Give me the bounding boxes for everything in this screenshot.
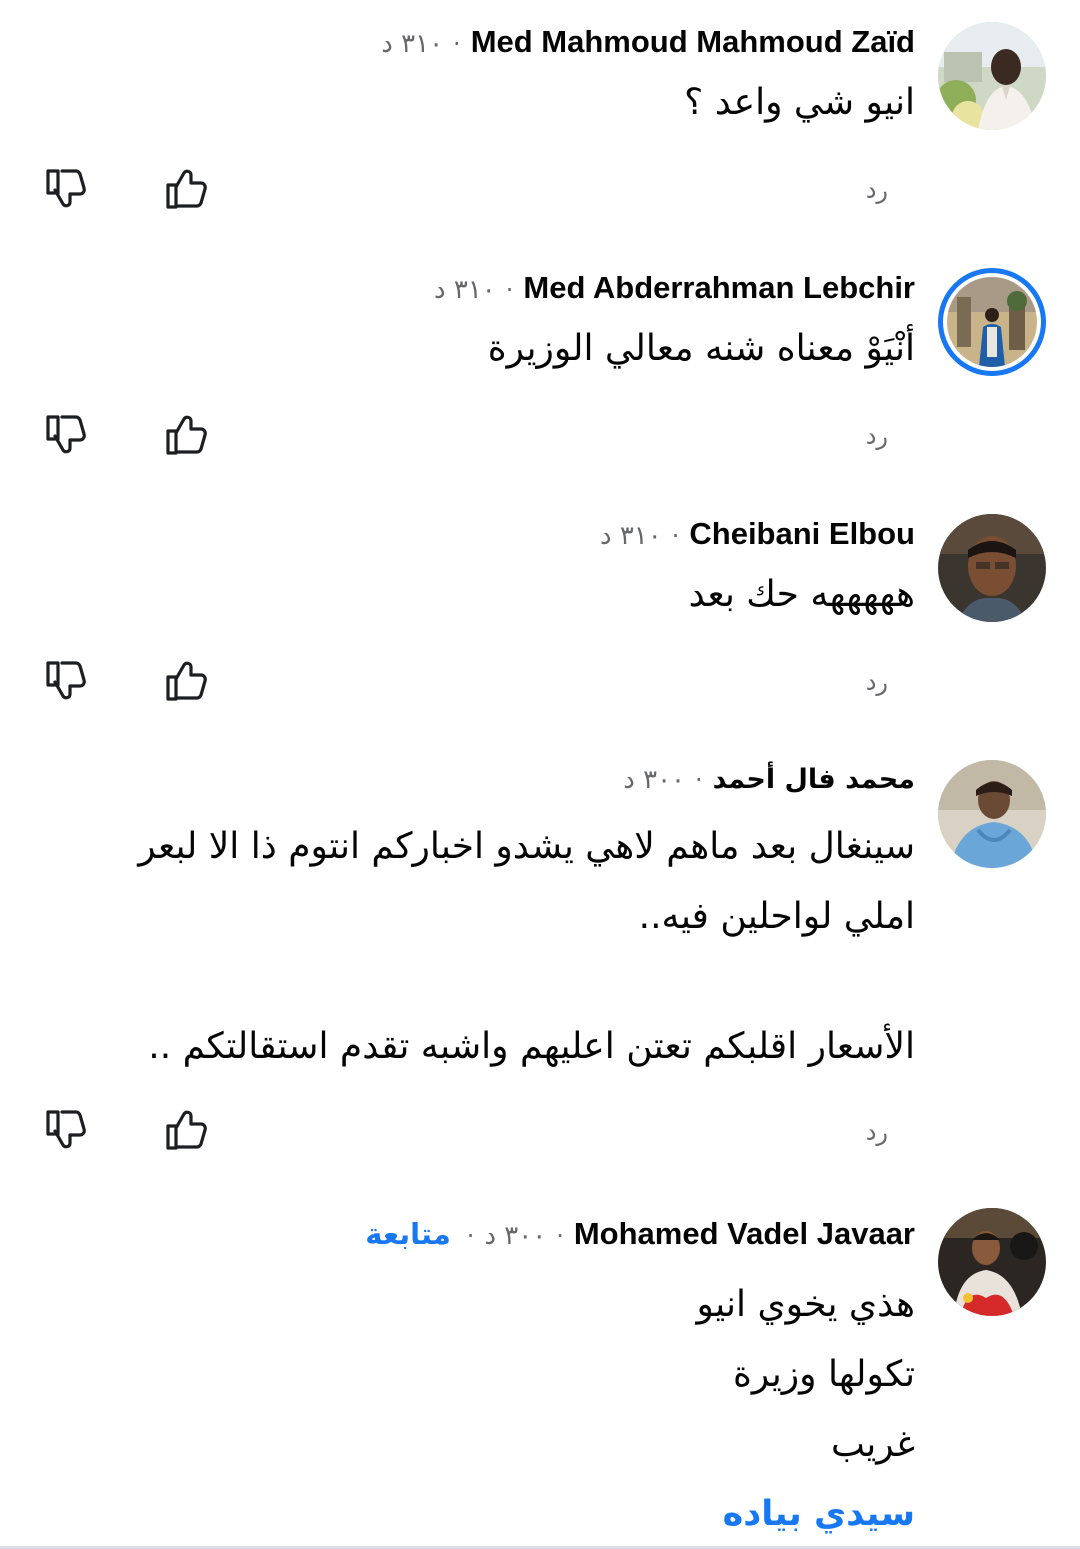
avatar-story-ring[interactable] — [938, 268, 1046, 376]
thumbs-down-icon[interactable] — [44, 413, 88, 457]
follow-button[interactable]: متابعة — [365, 1217, 451, 1251]
comment-text: انيو شي واعد ؟ — [684, 82, 915, 123]
author-name[interactable]: Med Mahmoud Mahmoud Zaïd — [471, 24, 915, 60]
thumbs-down-icon[interactable] — [44, 1108, 88, 1152]
reply-button[interactable]: رد — [866, 668, 888, 696]
comment-header: متابعة · ٣٠٠ د · Mohamed Vadel Javaar — [365, 1216, 915, 1252]
reply-button[interactable]: رد — [866, 422, 888, 450]
avatar[interactable] — [938, 1208, 1046, 1316]
thumbs-down-icon[interactable] — [44, 167, 88, 211]
comment-text-line: هذي يخوي انيو — [696, 1284, 915, 1325]
comment-text-line: الأسعار اقلبكم تعتن اعليهم واشبه تقدم اس… — [148, 1026, 915, 1067]
separator-dot: · — [671, 522, 680, 550]
avatar[interactable] — [938, 760, 1046, 868]
thumbs-up-icon[interactable] — [164, 167, 208, 211]
separator-dot: · — [556, 1222, 564, 1250]
avatar[interactable] — [938, 22, 1046, 130]
comment-header: ٣١٠ د · Cheibani Elbou — [600, 516, 915, 552]
separator-dot: · — [453, 30, 461, 58]
author-name[interactable]: Med Abderrahman Lebchir — [523, 270, 915, 306]
thumbs-up-icon[interactable] — [164, 413, 208, 457]
reply-button[interactable]: رد — [866, 1118, 888, 1146]
thumbs-up-icon[interactable] — [164, 1108, 208, 1152]
timestamp: ٣٠٠ د — [484, 1221, 547, 1251]
timestamp: ٣٠٠ د — [623, 765, 686, 795]
author-name[interactable]: Mohamed Vadel Javaar — [574, 1216, 915, 1252]
mention-link[interactable]: سيدي بياده — [723, 1494, 915, 1534]
comment-text-line: غريب — [830, 1424, 915, 1465]
comment-text-line: تكولها وزيرة — [733, 1354, 915, 1395]
comment-text-line: املي لواحلين فيه.. — [638, 896, 915, 937]
comment-text: هههههه حك بعد — [688, 574, 915, 615]
separator-dot: · — [466, 1222, 475, 1250]
comment-text: أنْيَوْ معناه شنه معالي الوزيرة — [487, 328, 915, 369]
timestamp: ٣١٠ د — [434, 275, 496, 305]
comments-feed: ٣١٠ د · Med Mahmoud Mahmoud Zaïd انيو شي… — [0, 0, 1080, 1549]
timestamp: ٣١٠ د — [599, 521, 662, 551]
thumbs-up-icon[interactable] — [164, 659, 208, 703]
comment-text-line: سينغال بعد ماهم لاهي يشدو اخباركم انتوم … — [138, 826, 915, 867]
comment-header: ٣١٠ د · Med Mahmoud Mahmoud Zaïd — [381, 24, 915, 60]
author-name[interactable]: محمد فال أحمد — [713, 764, 915, 795]
separator-dot: · — [695, 766, 703, 794]
thumbs-down-icon[interactable] — [44, 659, 88, 703]
reply-button[interactable]: رد — [866, 176, 888, 204]
author-name[interactable]: Cheibani Elbou — [689, 516, 915, 552]
timestamp: ٣١٠ د — [381, 29, 444, 59]
avatar[interactable] — [938, 514, 1046, 622]
separator-dot: · — [505, 276, 514, 304]
comment-header: ٣٠٠ د · محمد فال أحمد — [623, 764, 915, 795]
comment-header: ٣١٠ د · Med Abderrahman Lebchir — [434, 270, 915, 306]
